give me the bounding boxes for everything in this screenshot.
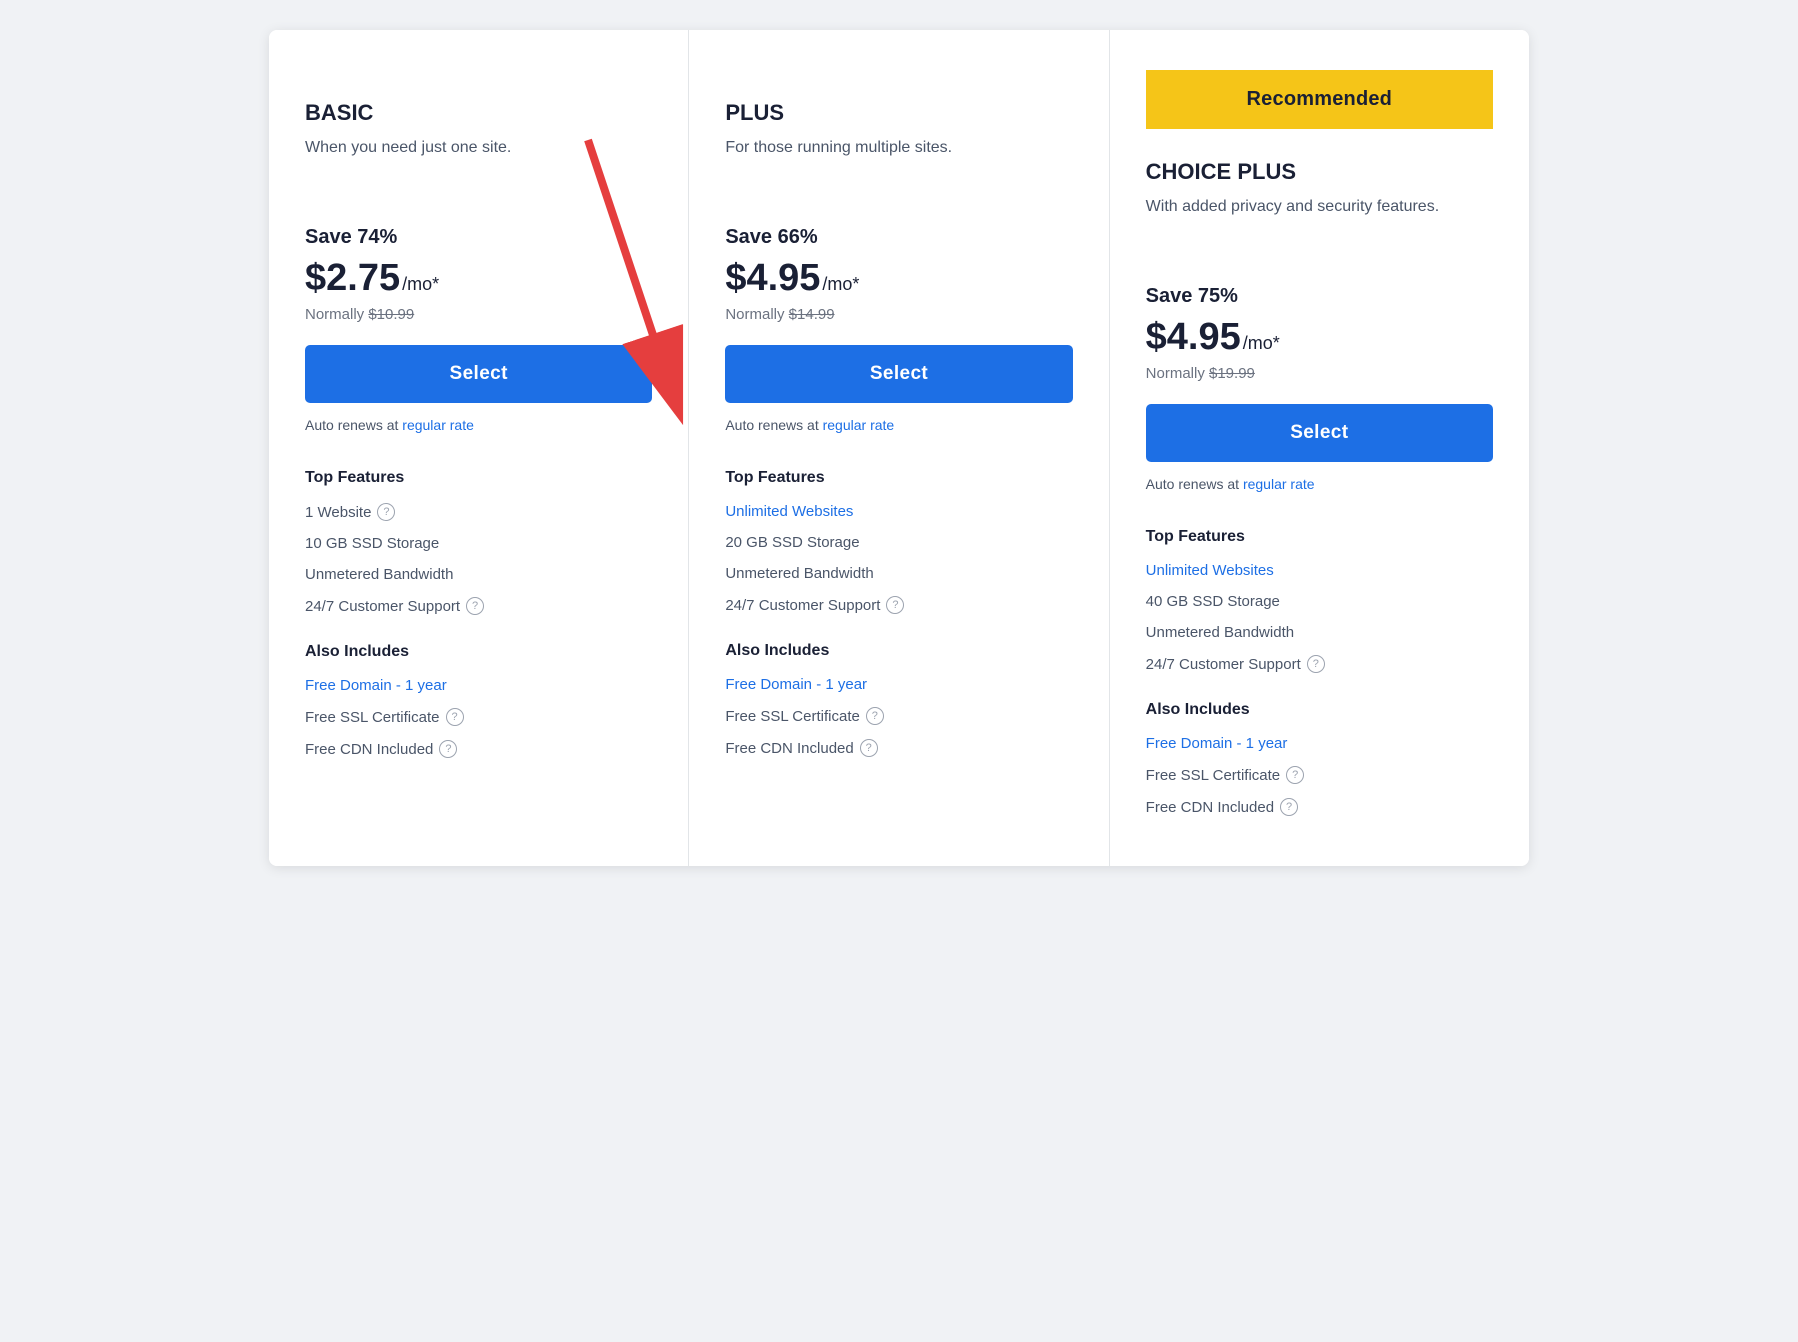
help-icon-basic-feature-0[interactable]: ?	[377, 503, 395, 521]
price-row-basic: $2.75 /mo*	[305, 257, 652, 300]
help-icon-basic-also-1[interactable]: ?	[446, 708, 464, 726]
also-includes-section-plus: Also Includes Free Domain - 1 year Free SS…	[725, 642, 1072, 757]
original-price-basic: $10.99	[368, 306, 414, 323]
select-button-plus[interactable]: Select	[725, 345, 1072, 403]
feature-item-choice-plus-2: Unmetered Bandwidth	[1146, 624, 1493, 641]
plan-description-plus: For those running multiple sites.	[725, 136, 1072, 186]
feature-text-choice-plus-1: 40 GB SSD Storage	[1146, 593, 1280, 610]
help-icon-basic-feature-3[interactable]: ?	[466, 597, 484, 615]
save-label-plus: Save 66%	[725, 226, 1072, 249]
auto-renew-basic: Auto renews at regular rate	[305, 417, 652, 433]
also-includes-text-basic-2: Free CDN Included	[305, 741, 433, 758]
also-includes-text-choice-plus-1: Free SSL Certificate	[1146, 767, 1281, 784]
normally-row-basic: Normally $10.99	[305, 306, 652, 323]
price-row-choice-plus: $4.95 /mo*	[1146, 316, 1493, 359]
recommended-badge: Recommended	[1146, 70, 1493, 129]
also-includes-link-plus-0[interactable]: Free Domain - 1 year	[725, 676, 867, 693]
feature-text-plus-1: 20 GB SSD Storage	[725, 534, 859, 551]
price-choice-plus: $4.95	[1146, 316, 1241, 359]
feature-item-basic-1: 10 GB SSD Storage	[305, 535, 652, 552]
also-includes-item-choice-plus-0: Free Domain - 1 year	[1146, 735, 1493, 752]
feature-item-choice-plus-0: Unlimited Websites	[1146, 562, 1493, 579]
also-includes-section-basic: Also Includes Free Domain - 1 year Free SS…	[305, 643, 652, 758]
feature-text-plus-3: 24/7 Customer Support	[725, 597, 880, 614]
also-includes-item-basic-2: Free CDN Included?	[305, 740, 652, 758]
feature-item-basic-3: 24/7 Customer Support?	[305, 597, 652, 615]
original-price-plus: $14.99	[789, 306, 835, 323]
feature-text-plus-2: Unmetered Bandwidth	[725, 565, 873, 582]
feature-text-choice-plus-2: Unmetered Bandwidth	[1146, 624, 1294, 641]
feature-item-choice-plus-1: 40 GB SSD Storage	[1146, 593, 1493, 610]
also-includes-item-basic-1: Free SSL Certificate?	[305, 708, 652, 726]
help-icon-choice-plus-also-2[interactable]: ?	[1280, 798, 1298, 816]
feature-link-plus-0[interactable]: Unlimited Websites	[725, 503, 853, 520]
also-includes-item-plus-0: Free Domain - 1 year	[725, 676, 1072, 693]
plan-card-choice-plus: Recommended CHOICE PLUS With added priva…	[1110, 30, 1529, 866]
price-per-plus: /mo*	[822, 274, 859, 295]
help-icon-basic-also-2[interactable]: ?	[439, 740, 457, 758]
plan-description-basic: When you need just one site.	[305, 136, 652, 186]
price-per-choice-plus: /mo*	[1243, 333, 1280, 354]
also-includes-link-basic-0[interactable]: Free Domain - 1 year	[305, 677, 447, 694]
price-row-plus: $4.95 /mo*	[725, 257, 1072, 300]
help-icon-plus-also-2[interactable]: ?	[860, 739, 878, 757]
save-label-basic: Save 74%	[305, 226, 652, 249]
also-includes-item-choice-plus-2: Free CDN Included?	[1146, 798, 1493, 816]
feature-item-plus-3: 24/7 Customer Support?	[725, 596, 1072, 614]
top-features-label-basic: Top Features	[305, 469, 652, 487]
regular-rate-link-choice-plus[interactable]: regular rate	[1243, 476, 1315, 492]
also-includes-label-basic: Also Includes	[305, 643, 652, 661]
normally-row-choice-plus: Normally $19.99	[1146, 365, 1493, 382]
feature-text-basic-3: 24/7 Customer Support	[305, 598, 460, 615]
top-features-label-choice-plus: Top Features	[1146, 528, 1493, 546]
original-price-choice-plus: $19.99	[1209, 365, 1255, 382]
normally-row-plus: Normally $14.99	[725, 306, 1072, 323]
help-icon-plus-feature-3[interactable]: ?	[886, 596, 904, 614]
select-button-choice-plus[interactable]: Select	[1146, 404, 1493, 462]
also-includes-text-plus-1: Free SSL Certificate	[725, 708, 860, 725]
help-icon-choice-plus-feature-3[interactable]: ?	[1307, 655, 1325, 673]
also-includes-link-choice-plus-0[interactable]: Free Domain - 1 year	[1146, 735, 1288, 752]
select-button-basic[interactable]: Select	[305, 345, 652, 403]
also-includes-text-plus-2: Free CDN Included	[725, 740, 853, 757]
feature-item-plus-1: 20 GB SSD Storage	[725, 534, 1072, 551]
help-icon-choice-plus-also-1[interactable]: ?	[1286, 766, 1304, 784]
price-plus: $4.95	[725, 257, 820, 300]
help-icon-plus-also-1[interactable]: ?	[866, 707, 884, 725]
feature-text-basic-2: Unmetered Bandwidth	[305, 566, 453, 583]
also-includes-label-plus: Also Includes	[725, 642, 1072, 660]
feature-item-plus-2: Unmetered Bandwidth	[725, 565, 1072, 582]
feature-item-plus-0: Unlimited Websites	[725, 503, 1072, 520]
plan-description-choice-plus: With added privacy and security features…	[1146, 195, 1493, 245]
also-includes-section-choice-plus: Also Includes Free Domain - 1 year Free SS…	[1146, 701, 1493, 816]
feature-item-basic-2: Unmetered Bandwidth	[305, 566, 652, 583]
feature-text-choice-plus-3: 24/7 Customer Support	[1146, 656, 1301, 673]
regular-rate-link-basic[interactable]: regular rate	[402, 417, 474, 433]
price-basic: $2.75	[305, 257, 400, 300]
plan-name-plus: PLUS	[725, 100, 1072, 126]
feature-link-choice-plus-0[interactable]: Unlimited Websites	[1146, 562, 1274, 579]
also-includes-item-plus-1: Free SSL Certificate?	[725, 707, 1072, 725]
save-label-choice-plus: Save 75%	[1146, 285, 1493, 308]
plan-card-plus: PLUS For those running multiple sites. S…	[689, 30, 1109, 866]
auto-renew-choice-plus: Auto renews at regular rate	[1146, 476, 1493, 492]
pricing-container: BASIC When you need just one site. Save …	[269, 30, 1529, 866]
top-features-label-plus: Top Features	[725, 469, 1072, 487]
auto-renew-plus: Auto renews at regular rate	[725, 417, 1072, 433]
regular-rate-link-plus[interactable]: regular rate	[823, 417, 895, 433]
also-includes-item-basic-0: Free Domain - 1 year	[305, 677, 652, 694]
plan-card-basic: BASIC When you need just one site. Save …	[269, 30, 689, 866]
feature-item-basic-0: 1 Website?	[305, 503, 652, 521]
also-includes-item-plus-2: Free CDN Included?	[725, 739, 1072, 757]
also-includes-label-choice-plus: Also Includes	[1146, 701, 1493, 719]
feature-item-choice-plus-3: 24/7 Customer Support?	[1146, 655, 1493, 673]
also-includes-item-choice-plus-1: Free SSL Certificate?	[1146, 766, 1493, 784]
also-includes-text-basic-1: Free SSL Certificate	[305, 709, 440, 726]
feature-text-basic-0: 1 Website	[305, 504, 371, 521]
also-includes-text-choice-plus-2: Free CDN Included	[1146, 799, 1274, 816]
plan-name-basic: BASIC	[305, 100, 652, 126]
price-per-basic: /mo*	[402, 274, 439, 295]
plan-name-choice-plus: CHOICE PLUS	[1146, 159, 1493, 185]
feature-text-basic-1: 10 GB SSD Storage	[305, 535, 439, 552]
